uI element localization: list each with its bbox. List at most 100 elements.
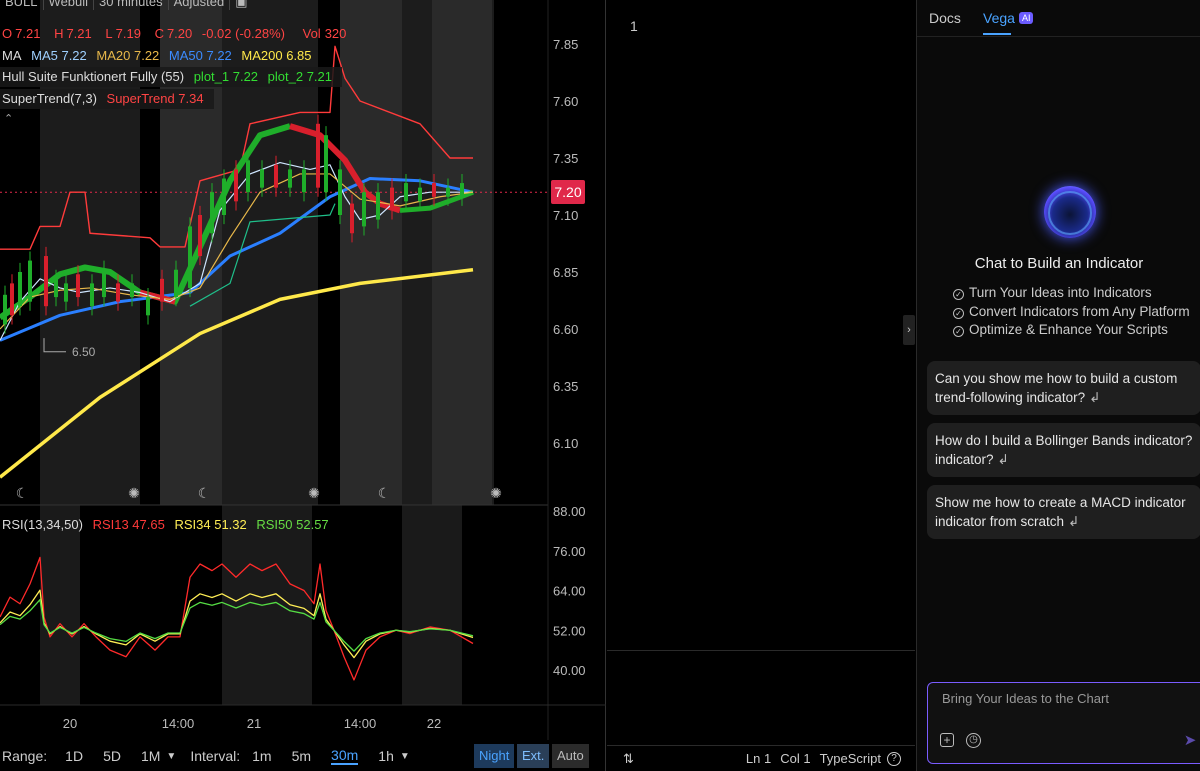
panel-collapse-icon[interactable]: ›	[903, 315, 915, 345]
candle-body	[3, 294, 7, 325]
tab-adjusted[interactable]: Adjusted	[169, 0, 231, 10]
history-clock-icon[interactable]: ◷	[966, 733, 981, 748]
range-label: Range:	[2, 748, 48, 764]
interval-1m[interactable]: 1m	[252, 748, 271, 764]
rsi-tick: 76.00	[553, 544, 586, 559]
ext-toggle[interactable]: Ext.	[517, 744, 550, 768]
ma50-value: MA50 7.22	[168, 48, 232, 63]
ohlc-open: 7.21	[15, 26, 41, 41]
suggestion-card[interactable]: How do I build a Bollinger Bands indicat…	[927, 423, 1200, 477]
range-1m[interactable]: 1M	[141, 748, 160, 764]
ai-badge: AI	[1018, 12, 1034, 24]
candle-body	[324, 135, 328, 193]
candle-body	[28, 260, 32, 302]
interval-1h[interactable]: 1h	[378, 748, 394, 764]
candle-body	[76, 274, 80, 298]
price-tick: 6.10	[553, 436, 578, 451]
candle-body	[234, 169, 238, 202]
suggestion-card[interactable]: Can you show me how to build a custom tr…	[927, 361, 1200, 415]
tab-vega[interactable]: Vega AI	[983, 10, 1034, 26]
add-attachment-icon[interactable]: +	[940, 733, 954, 747]
supertrend-legend[interactable]: SuperTrend(7,3) SuperTrend 7.34	[0, 89, 214, 109]
price-tick: 6.35	[553, 379, 578, 394]
hull-legend[interactable]: Hull Suite Funktionert Fully (55) plot_1…	[0, 67, 343, 87]
rsi-tick: 40.00	[553, 663, 586, 678]
candle-body	[44, 256, 48, 307]
save-icon[interactable]: ▣	[230, 0, 252, 10]
candle-body	[90, 283, 94, 307]
low-marker-label: 6.50	[72, 345, 96, 359]
feature-text: Convert Indicators from Any Platform	[969, 304, 1190, 319]
sun-icon: ✺	[308, 485, 320, 501]
chat-input[interactable]	[942, 691, 1182, 706]
status-line: Ln 1	[745, 751, 772, 766]
last-price-tag: 7.20	[551, 180, 585, 204]
candle-body	[54, 278, 58, 298]
hull-plot1-value: plot_1 7.22	[193, 69, 259, 84]
interval-dropdown-icon[interactable]: ▼	[400, 751, 410, 762]
ohlc-h-label: H	[54, 26, 64, 41]
time-tick: 20	[63, 716, 77, 731]
feature-text: Turn Your Ideas into Indicators	[969, 285, 1152, 300]
ohlc-l-label: L	[105, 26, 113, 41]
code-editor[interactable]: 1 ⇅ Ln 1 Col 1 TypeScript ?	[607, 0, 915, 771]
sun-icon: ✺	[490, 485, 502, 501]
ohlc-low: 7.19	[115, 26, 141, 41]
candle-body	[460, 183, 464, 197]
time-tick: 22	[427, 716, 441, 731]
range-1d[interactable]: 1D	[65, 748, 83, 764]
feature-item: ✓ Convert Indicators from Any Platform	[953, 304, 1190, 319]
candle-body	[446, 187, 450, 197]
line-number: 1	[630, 18, 638, 34]
session-band	[402, 505, 462, 705]
collapse-legend-icon[interactable]: ⌃	[4, 112, 13, 125]
candle-body	[160, 278, 164, 302]
ohlc-change: -0.02 (-0.28%)	[201, 26, 285, 41]
send-icon[interactable]: ➤	[1182, 733, 1198, 749]
check-circle-icon: ✓	[953, 326, 964, 337]
suggestion-card[interactable]: Show me how to create a MACD indicator i…	[927, 485, 1200, 539]
session-band	[222, 505, 312, 705]
tab-timeframe[interactable]: 30 minutes	[94, 0, 169, 10]
price-chart[interactable]: 7.85 7.60 7.35 7.10 6.85 6.60 6.35 6.10 88.00 76.…	[0, 0, 606, 771]
range-dropdown-icon[interactable]: ▼	[166, 751, 176, 762]
ai-heading: Chat to Build an Indicator	[974, 255, 1144, 272]
ma200-value: MA200 6.85	[241, 48, 312, 63]
moon-icon: ☾	[16, 485, 29, 501]
hull-plot2-value: plot_2 7.21	[267, 69, 333, 84]
tab-broker[interactable]: Webull	[44, 0, 95, 10]
help-icon[interactable]: ?	[887, 751, 901, 766]
status-language[interactable]: TypeScript	[820, 751, 881, 766]
candle-body	[432, 183, 436, 197]
ma5-value: MA5 7.22	[31, 48, 87, 63]
suggestion-text: How do I build a Bollinger Bands indicat…	[935, 433, 1193, 467]
candle-body	[174, 269, 178, 298]
rsi-legend[interactable]: RSI(13,34,50) RSI13 47.65 RSI34 51.32 RS…	[0, 515, 335, 535]
suggestion-text: Can you show me how to build a custom tr…	[935, 371, 1178, 405]
price-tick: 7.60	[553, 94, 578, 109]
tab-symbol[interactable]: BULL	[0, 0, 44, 10]
candle-body	[18, 272, 22, 307]
collapse-editor-icon[interactable]: ⇅	[623, 751, 634, 767]
rsi-tick: 52.00	[553, 623, 586, 638]
candle-body	[102, 269, 106, 298]
range-5d[interactable]: 5D	[103, 748, 121, 764]
time-tick: 14:00	[344, 716, 377, 731]
candle-body	[404, 183, 408, 202]
chat-input-box[interactable]: + ◷ ➤	[927, 682, 1200, 764]
rsi-legend-label: RSI(13,34,50)	[2, 517, 83, 532]
candle-body	[188, 226, 192, 288]
candle-body	[390, 187, 394, 211]
night-toggle[interactable]: Night	[474, 744, 515, 768]
moon-icon: ☾	[198, 485, 211, 501]
candle-body	[338, 169, 342, 215]
auto-toggle[interactable]: Auto	[552, 744, 589, 768]
ma-legend[interactable]: MA MA5 7.22 MA20 7.22 MA50 7.22 MA200 6.…	[0, 46, 318, 66]
interval-5m[interactable]: 5m	[292, 748, 311, 764]
chart-panel[interactable]: 7.85 7.60 7.35 7.10 6.85 6.60 6.35 6.10 88.00 76.…	[0, 0, 606, 771]
interval-30m[interactable]: 30m	[331, 747, 359, 765]
tab-vega-label: Vega	[983, 10, 1015, 26]
tab-docs[interactable]: Docs	[929, 10, 961, 26]
feature-item: ✓ Optimize & Enhance Your Scripts	[953, 322, 1168, 337]
candle-body	[210, 192, 214, 234]
